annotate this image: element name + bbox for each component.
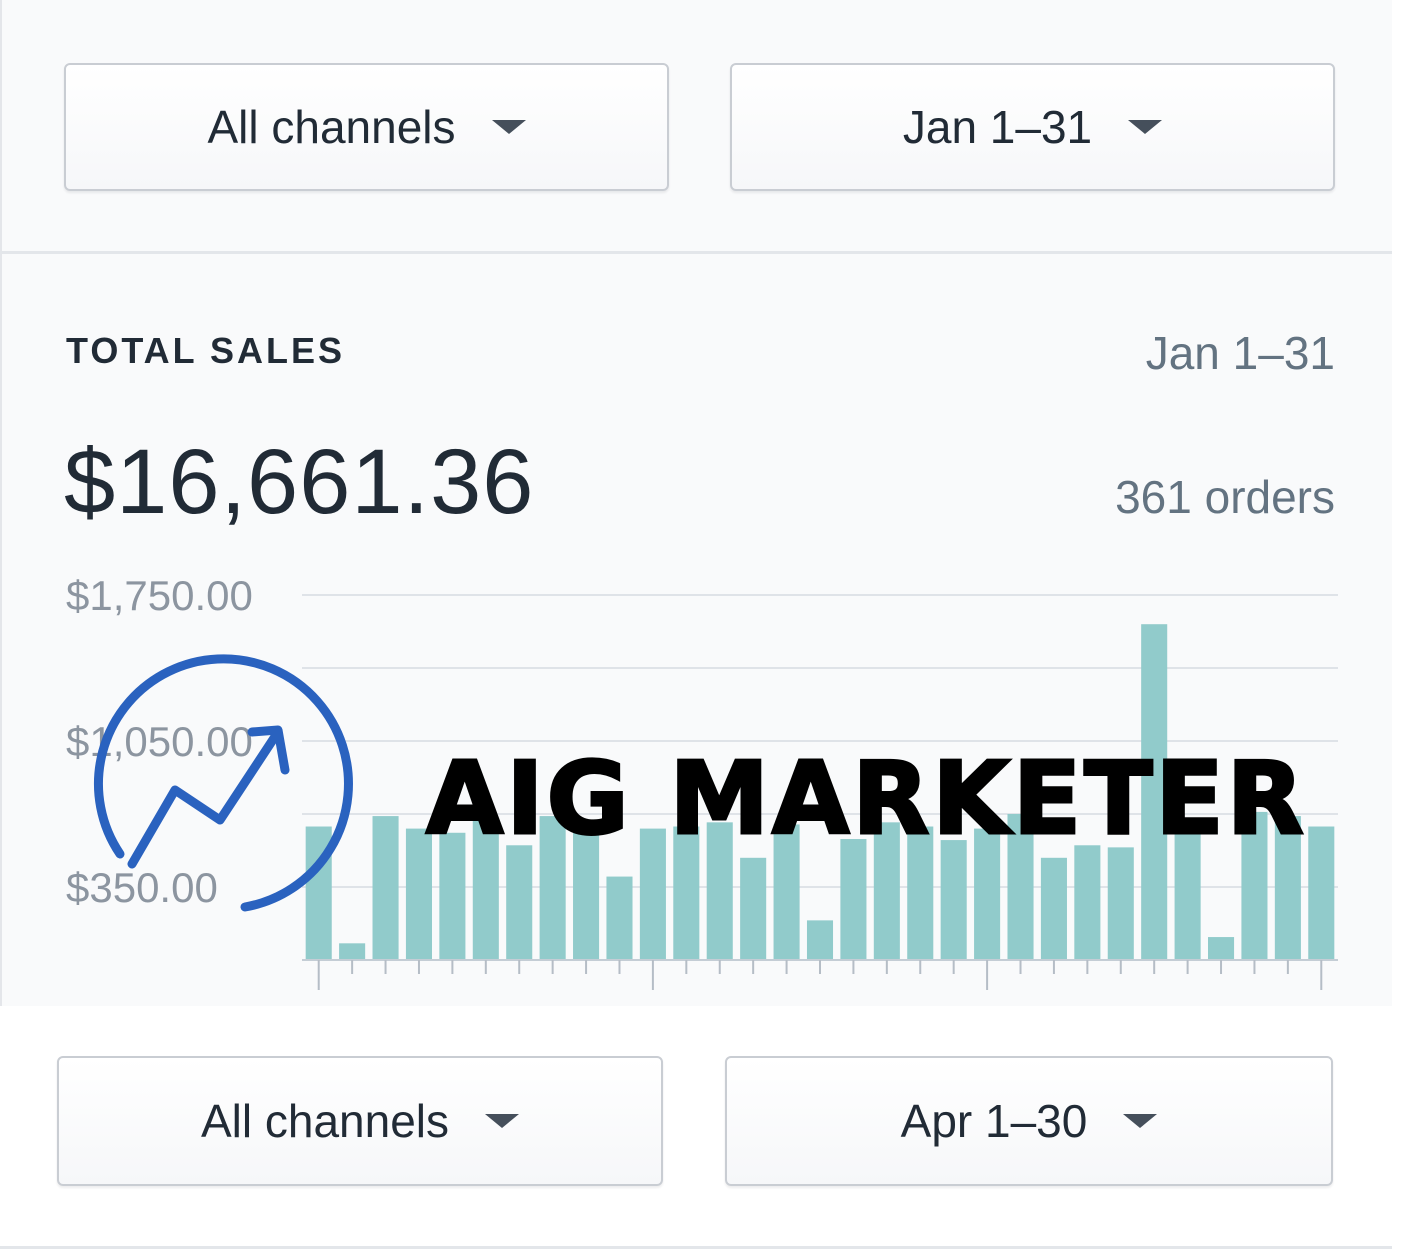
chart-bar <box>506 845 533 960</box>
channel-filter-label: All channels <box>200 1095 450 1147</box>
chart-bar <box>1040 857 1067 960</box>
brand-watermark: AIG MARKETER <box>425 739 1307 859</box>
chart-bar <box>1074 845 1101 960</box>
chart-bar <box>1107 847 1134 960</box>
chart-bar <box>339 943 366 960</box>
chart-bar <box>740 857 767 960</box>
trend-logo-icon <box>93 654 353 912</box>
date-range-label: Apr 1–30 <box>900 1095 1088 1147</box>
date-range-dropdown-secondary[interactable]: Apr 1–30 <box>725 1056 1333 1186</box>
chart-bar <box>940 840 967 960</box>
chevron-down-icon <box>1123 1114 1158 1128</box>
chart-bar <box>606 876 633 960</box>
chart-bar <box>1207 937 1235 960</box>
y-tick-label: $1,750.00 <box>66 572 253 619</box>
chevron-down-icon <box>485 1114 520 1128</box>
chart-bar <box>840 839 867 960</box>
chart-x-axis <box>302 959 1338 990</box>
chart-bar <box>1308 826 1335 960</box>
chart-bar <box>806 920 834 960</box>
chart-bar <box>372 816 399 960</box>
divider <box>0 1246 1392 1249</box>
channel-filter-dropdown-secondary[interactable]: All channels <box>57 1056 663 1186</box>
